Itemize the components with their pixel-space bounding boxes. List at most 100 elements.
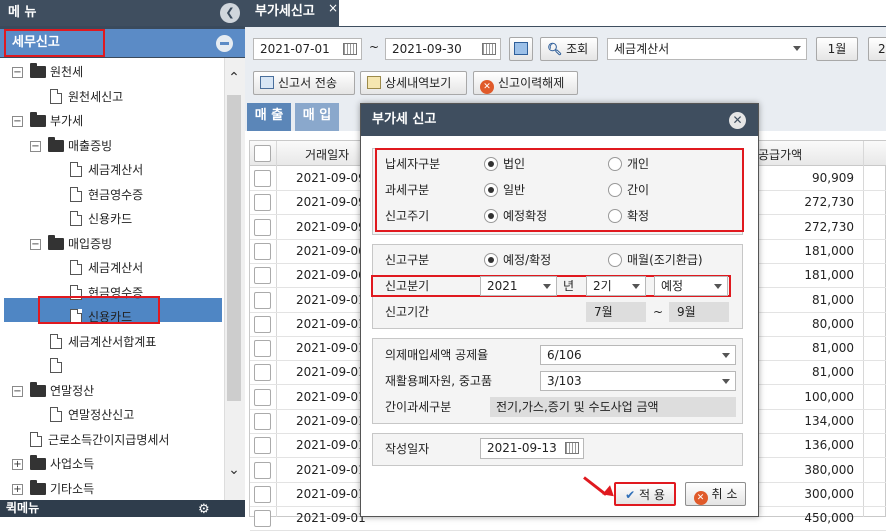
send-report-button[interactable]: 신고서 전송 <box>253 71 355 95</box>
tree-item[interactable]: 연말정산신고 <box>0 403 222 427</box>
tree-item-label: 세금계산서합계표 <box>68 334 157 349</box>
scroll-up-icon[interactable]: ⌃ <box>226 70 242 86</box>
radio-simplified[interactable] <box>608 183 622 197</box>
row-checkbox[interactable] <box>254 413 271 430</box>
radio-final[interactable] <box>608 209 622 223</box>
row-checkbox[interactable] <box>254 315 271 333</box>
written-date-label: 작성일자 <box>385 442 430 456</box>
calendar-icon[interactable] <box>482 43 496 55</box>
view-details-button[interactable]: 상세내역보기 <box>360 71 467 95</box>
row-checkbox[interactable] <box>254 388 271 406</box>
tree-item[interactable]: 세금계산서합계표 <box>0 330 222 354</box>
send-icon <box>260 76 274 89</box>
cancel-button[interactable]: ✕ 취 소 <box>685 482 746 506</box>
term-tilde: ~ <box>653 305 664 319</box>
tree-item-label: 부가세 <box>50 114 84 128</box>
quick-menu-label: 퀵메뉴 <box>6 501 40 515</box>
close-icon[interactable]: × <box>328 1 338 15</box>
date-to-value: 2021-09-30 <box>392 42 462 56</box>
tree-item[interactable]: 근로소득간이지급명세서 <box>0 428 222 452</box>
row-checkbox[interactable] <box>254 218 271 236</box>
row-checkbox[interactable] <box>254 194 271 212</box>
tree-folder-item[interactable]: − 매입증빙 <box>0 232 222 256</box>
row-checkbox[interactable] <box>254 364 271 382</box>
radio-individual[interactable] <box>608 157 622 171</box>
collapse-minus-icon[interactable]: − <box>30 238 41 250</box>
written-date-field[interactable]: 2021-09-13 <box>480 438 584 459</box>
tab-vat-report[interactable]: 부가세신고 <box>245 0 339 26</box>
scrollbar-thumb[interactable] <box>227 95 241 401</box>
minus-circle-icon[interactable] <box>216 35 233 52</box>
row-checkbox[interactable] <box>254 510 271 528</box>
row-checkbox[interactable] <box>254 291 271 309</box>
document-icon <box>50 88 62 104</box>
radio-corporation[interactable] <box>484 157 498 171</box>
cell-date: 2021-09-01 <box>296 365 366 380</box>
year-select[interactable]: 2021 <box>480 276 557 296</box>
kind-select[interactable]: 예정 <box>654 276 728 296</box>
month-1-button[interactable]: 1월 <box>816 37 858 61</box>
row-checkbox[interactable] <box>254 461 271 479</box>
tree-folder-item[interactable]: − 원천세 <box>0 60 222 84</box>
row-checkbox[interactable] <box>254 437 271 455</box>
sidebar-section-tax-filing[interactable]: 세무신고 <box>0 29 245 57</box>
written-date-value: 2021-09-13 <box>487 441 557 455</box>
calendar-icon <box>514 42 528 55</box>
tab-sales[interactable]: 매 출 <box>247 103 291 131</box>
tree-item[interactable]: 세금계산서 <box>0 158 222 182</box>
radio-general[interactable] <box>484 183 498 197</box>
tree-item[interactable]: 신용카드 <box>0 207 222 231</box>
cell-date: 2021-09-01 <box>296 438 366 453</box>
radio-monthly[interactable] <box>608 253 622 267</box>
collapse-left-icon[interactable]: ❮ <box>220 3 240 23</box>
apply-button[interactable]: ✔ 적 용 <box>614 482 676 506</box>
tree-folder-item[interactable]: + 기타소득 <box>0 477 222 501</box>
tree-item[interactable]: 부가세신고 <box>0 354 222 378</box>
month-2-button[interactable]: 2 <box>868 37 886 61</box>
tree-folder-item[interactable]: + 사업소득 <box>0 452 222 476</box>
tab-purchase[interactable]: 매 입 <box>295 103 339 131</box>
cell-amount: 80,000 <box>812 316 854 331</box>
expand-plus-icon[interactable]: + <box>12 459 23 470</box>
tree-item[interactable]: 세금계산서 <box>0 256 222 280</box>
close-icon[interactable]: ✕ <box>729 112 746 129</box>
calendar-icon[interactable] <box>565 442 579 454</box>
row-checkbox[interactable] <box>254 340 271 358</box>
calendar-icon[interactable] <box>343 43 357 55</box>
gear-icon[interactable]: ⚙ <box>198 501 210 518</box>
quick-menu-bar[interactable]: 퀵메뉴 ⚙ <box>0 500 245 517</box>
radio-provisional-final-report[interactable] <box>484 253 498 267</box>
document-type-select[interactable]: 세금계산서 <box>607 38 807 60</box>
row-checkbox[interactable] <box>254 170 271 187</box>
taxpayer-label: 납세자구분 <box>385 157 441 171</box>
recycle-rate-select[interactable]: 3/103 <box>540 371 736 391</box>
clear-history-button[interactable]: ✕ 신고이력해제 <box>473 71 578 95</box>
kind-value: 예정 <box>661 279 684 293</box>
select-all-checkbox[interactable] <box>254 145 271 162</box>
date-to-field[interactable]: 2021-09-30 <box>385 38 501 60</box>
collapse-minus-icon[interactable]: − <box>12 385 23 397</box>
tree-folder-item[interactable]: − 매출증빙 <box>0 134 222 158</box>
calendar-picker-button[interactable] <box>509 37 533 61</box>
radio-provisional-final[interactable] <box>484 209 498 223</box>
collapse-minus-icon[interactable]: − <box>12 116 23 127</box>
scroll-down-icon[interactable]: ⌄ <box>226 462 242 478</box>
collapse-minus-icon[interactable]: − <box>12 67 23 78</box>
row-checkbox[interactable] <box>254 267 271 285</box>
period-select[interactable]: 2기 <box>586 276 646 296</box>
row-checkbox[interactable] <box>254 485 271 503</box>
search-button[interactable]: 🔍︎ 조회 <box>540 37 598 61</box>
tree-item[interactable]: 원천세신고 <box>0 85 222 109</box>
cell-date: 2021-09-06 <box>296 268 366 283</box>
date-from-field[interactable]: 2021-07-01 <box>253 38 362 60</box>
tree-item[interactable]: 현금영수증 <box>0 183 222 207</box>
row-checkbox[interactable] <box>254 242 271 260</box>
tree-folder-item[interactable]: − 연말정산 <box>0 379 222 403</box>
tree-item-label: 매입증빙 <box>68 236 113 251</box>
collapse-minus-icon[interactable]: − <box>30 140 41 152</box>
tree-folder-item[interactable]: − 부가세 <box>0 109 222 133</box>
deemed-rate-select[interactable]: 6/106 <box>540 345 736 365</box>
expand-plus-icon[interactable]: + <box>12 483 23 495</box>
column-header-amount: 공급가액 <box>758 148 803 162</box>
cell-date: 2021-09-09 <box>296 219 366 234</box>
